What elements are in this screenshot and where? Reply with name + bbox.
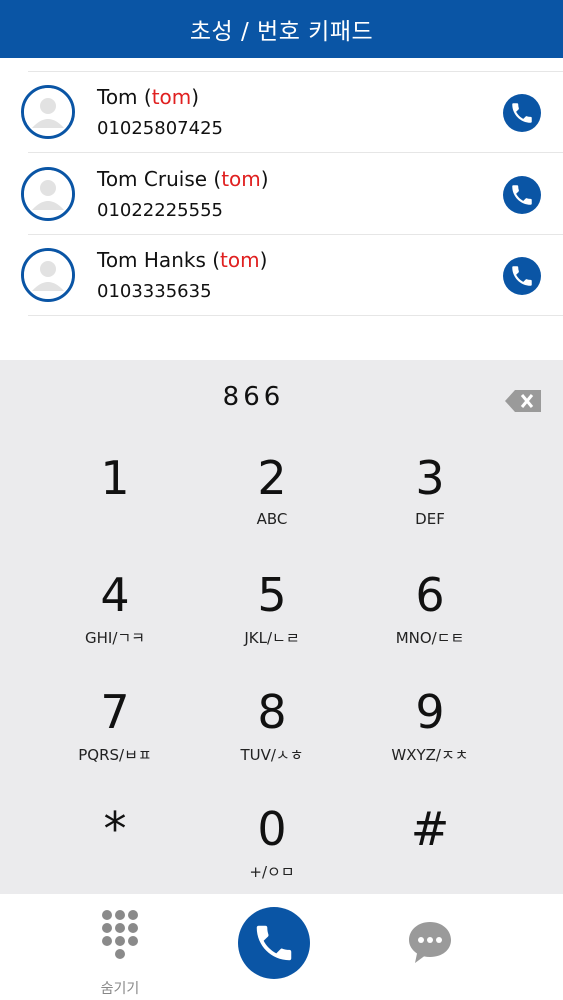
contact-name: Tom Cruise (tom) (97, 167, 269, 191)
person-icon (21, 167, 75, 221)
divider (28, 152, 563, 153)
dial-key-8[interactable]: 8 TUV/ㅅㅎ (192, 686, 352, 796)
call-button[interactable] (503, 94, 541, 132)
page-title: 초성 / 번호 키패드 (189, 19, 374, 45)
contact-row[interactable]: Tom Hanks (tom) 0103335635 (0, 235, 563, 316)
phone-icon (512, 103, 532, 123)
dial-key-3[interactable]: 3 DEF (350, 452, 510, 562)
contact-name: Tom (tom) (97, 85, 200, 109)
phone-icon (512, 266, 532, 286)
contact-name: Tom Hanks (tom) (97, 248, 268, 272)
contact-number: 01022225555 (97, 200, 223, 221)
person-icon (21, 85, 75, 139)
chat-bubble-icon (409, 922, 451, 963)
phone-icon (256, 925, 292, 961)
call-button[interactable] (503, 176, 541, 214)
match-highlight: tom (151, 85, 192, 109)
dial-keypad: 866 1 2 ABC 3 DEF 4 GHI/ㄱㅋ 5 JKL/ㄴㄹ 6 MN… (0, 360, 563, 894)
dial-key-9[interactable]: 9 WXYZ/ㅈㅊ (350, 686, 510, 796)
bottom-action-bar: 숨기기 (0, 894, 563, 1000)
contact-row[interactable]: Tom (tom) 01025807425 (0, 72, 563, 153)
dial-key-4[interactable]: 4 GHI/ㄱㅋ (35, 569, 195, 679)
contact-number: 01025807425 (97, 118, 223, 139)
dial-key-1[interactable]: 1 (35, 452, 195, 562)
dial-key-5[interactable]: 5 JKL/ㄴㄹ (192, 569, 352, 679)
match-highlight: tom (221, 167, 261, 191)
contact-row[interactable]: Tom Cruise (tom) 01022225555 (0, 154, 563, 235)
app-header: 초성 / 번호 키패드 (0, 0, 563, 58)
backspace-button[interactable] (505, 390, 541, 412)
dial-call-button[interactable] (238, 907, 310, 979)
phone-icon (512, 185, 532, 205)
contact-results: Tom (tom) 01025807425 Tom Cruise (tom) 0… (0, 58, 563, 360)
dial-key-6[interactable]: 6 MNO/ㄷㅌ (350, 569, 510, 679)
divider (28, 315, 563, 316)
dial-key-7[interactable]: 7 PQRS/ㅂㅍ (35, 686, 195, 796)
dialpad-icon (102, 910, 138, 959)
hide-keypad-button[interactable]: 숨기기 (80, 908, 160, 997)
dialed-number-display: 866 (222, 382, 285, 412)
message-button[interactable] (407, 920, 453, 964)
backspace-icon (505, 390, 541, 412)
contact-number: 0103335635 (97, 281, 212, 302)
dial-key-2[interactable]: 2 ABC (192, 452, 352, 562)
call-button[interactable] (503, 257, 541, 295)
match-highlight: tom (220, 248, 260, 272)
hide-keypad-label: 숨기기 (100, 981, 140, 997)
person-icon (21, 248, 75, 302)
